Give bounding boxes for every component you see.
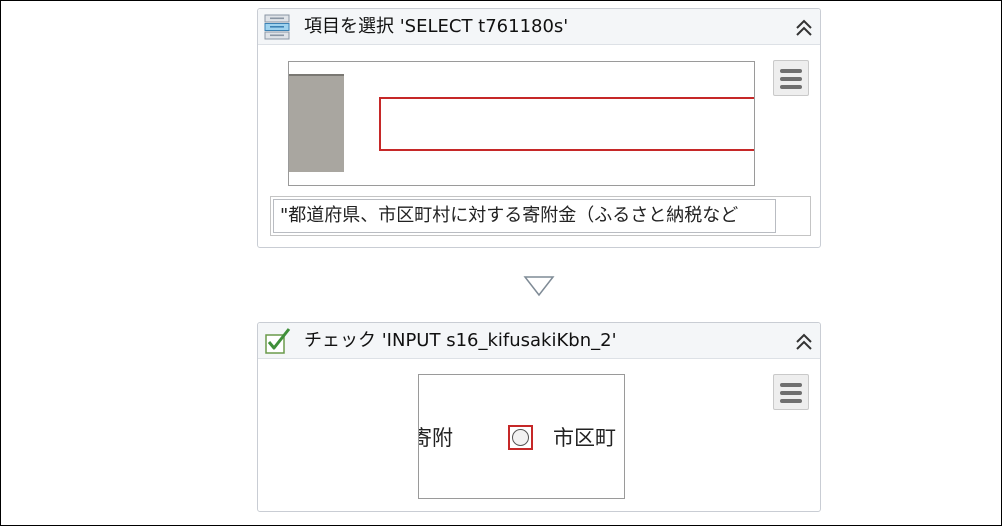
target-element-highlight [379,97,754,151]
item-value-input[interactable]: "都道府県、市区町村に対する寄附金（ふるさと納税など [273,199,776,233]
preview-left-label: 寄附 [419,426,453,450]
collapse-chevron-icon[interactable] [792,330,816,354]
target-element-highlight [508,425,533,450]
select-list-icon [264,14,290,40]
select-item-card-header[interactable]: 項目を選択 'SELECT t761180s' [258,9,820,45]
sequence-arrow-down-icon [523,276,555,297]
element-screenshot-preview [288,61,755,186]
collapse-chevron-icon[interactable] [792,16,816,40]
checkbox-check-icon [265,328,291,354]
select-item-title: 項目を選択 'SELECT t761180s' [304,16,569,37]
preview-gray-block [289,74,344,172]
check-activity-card[interactable]: チェック 'INPUT s16_kifusakiKbn_2' 寄附 市区町 [257,322,821,512]
select-item-activity-card[interactable]: 項目を選択 'SELECT t761180s' "都道府県、市区町村に対する寄附… [257,8,821,248]
activity-menu-button[interactable] [773,374,809,410]
item-selector-field[interactable]: "都道府県、市区町村に対する寄附金（ふるさと納税など [270,196,811,236]
check-card-header[interactable]: チェック 'INPUT s16_kifusakiKbn_2' [258,323,820,359]
radio-button-icon [512,429,529,446]
activity-menu-button[interactable] [773,60,809,96]
element-screenshot-preview: 寄附 市区町 [418,374,625,499]
check-title: チェック 'INPUT s16_kifusakiKbn_2' [304,330,617,351]
preview-right-label: 市区町 [553,426,616,450]
